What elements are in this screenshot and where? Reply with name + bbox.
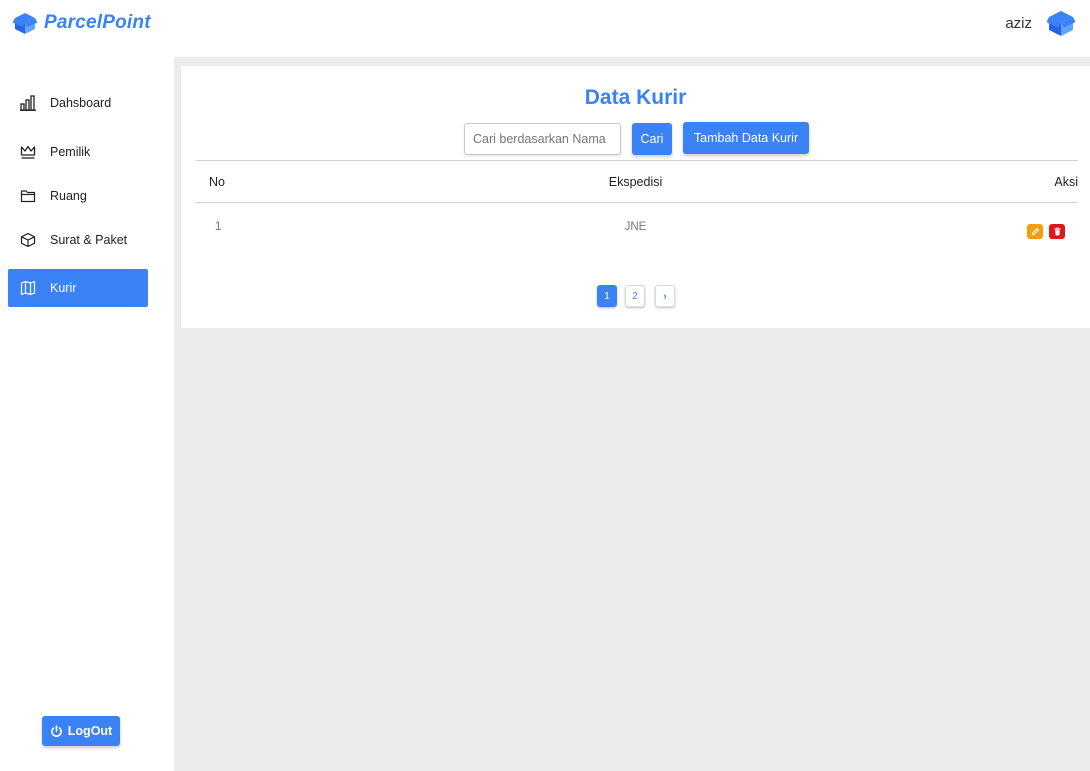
logout-button[interactable]: LogOut: [42, 716, 120, 746]
sidebar-item-label: Pemilik: [50, 145, 91, 159]
column-header-aksi: Aksi: [1054, 175, 1078, 189]
sidebar-item-kurir[interactable]: Kurir: [8, 269, 148, 307]
search-input[interactable]: [464, 123, 621, 155]
map-icon: [20, 280, 36, 296]
logout-label: LogOut: [67, 724, 113, 738]
page-title: Data Kurir: [584, 86, 687, 109]
page-1-button[interactable]: 1: [597, 285, 617, 307]
edit-button[interactable]: [1027, 224, 1043, 239]
crown-icon: [20, 144, 36, 160]
sidebar-item-ruang[interactable]: Ruang: [8, 177, 148, 215]
brand[interactable]: ParcelPoint: [12, 10, 151, 36]
page-2-button[interactable]: 2: [625, 285, 645, 307]
pencil-icon: [1031, 227, 1039, 236]
bar-chart-icon: [20, 95, 36, 111]
column-header-ekspedisi: Ekspedisi: [608, 175, 663, 189]
top-bar: ParcelPoint aziz: [0, 0, 1090, 48]
sidebar-item-label: Surat & Paket: [50, 233, 128, 247]
sidebar-item-label: Dahsboard: [50, 96, 112, 110]
user-name: aziz: [1005, 14, 1032, 32]
sidebar-item-label: Ruang: [50, 189, 87, 203]
trash-icon: [1054, 227, 1060, 236]
user-menu[interactable]: aziz: [1005, 8, 1076, 38]
sidebar-item-surat-paket[interactable]: Surat & Paket: [8, 221, 148, 259]
package-icon: [20, 232, 36, 248]
delete-button[interactable]: [1049, 224, 1065, 239]
table-header-divider: [195, 202, 1078, 203]
box-logo-icon: [12, 13, 38, 34]
folder-icon: [20, 188, 36, 204]
table-top-divider: [195, 160, 1078, 161]
sidebar-item-dashboard[interactable]: Dahsboard: [8, 84, 148, 122]
search-button[interactable]: Cari: [632, 123, 672, 155]
box-avatar-icon[interactable]: [1046, 8, 1076, 38]
kurir-card: Data Kurir Cari Tambah Data Kurir No Eks…: [181, 66, 1090, 328]
power-icon: [50, 724, 62, 737]
sidebar: Dahsboard Pemilik Ruang Surat & Paket Ku…: [0, 48, 174, 771]
brand-name: ParcelPoint: [44, 12, 151, 33]
cell-ekspedisi: JNE: [624, 221, 647, 233]
next-page-button[interactable]: ›: [655, 285, 675, 307]
sidebar-item-pemilik[interactable]: Pemilik: [8, 133, 148, 171]
sidebar-item-label: Kurir: [50, 281, 77, 295]
add-kurir-button[interactable]: Tambah Data Kurir: [683, 122, 809, 154]
